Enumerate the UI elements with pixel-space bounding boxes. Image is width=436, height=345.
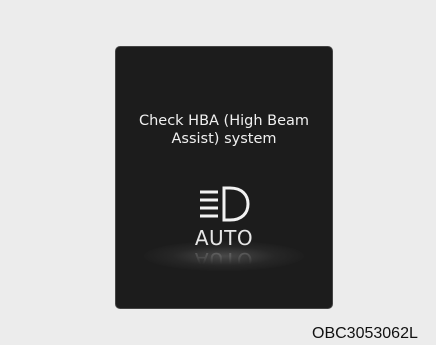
high-beam-headlamp-icon xyxy=(200,186,250,222)
image-code: OBC3053062L xyxy=(312,325,418,342)
warning-message-line-2: Assist) system xyxy=(171,131,277,147)
warning-message-line-1: Check HBA (High Beam xyxy=(138,113,310,129)
auto-label-reflection: AUTO xyxy=(194,248,254,272)
warning-message: Check HBA (High Beam Assist) system xyxy=(116,112,332,148)
figure-frame: Check HBA (High Beam Assist) system AUTO… xyxy=(0,0,436,345)
auto-label: AUTO xyxy=(194,226,254,250)
cluster-display: Check HBA (High Beam Assist) system AUTO… xyxy=(115,46,333,309)
